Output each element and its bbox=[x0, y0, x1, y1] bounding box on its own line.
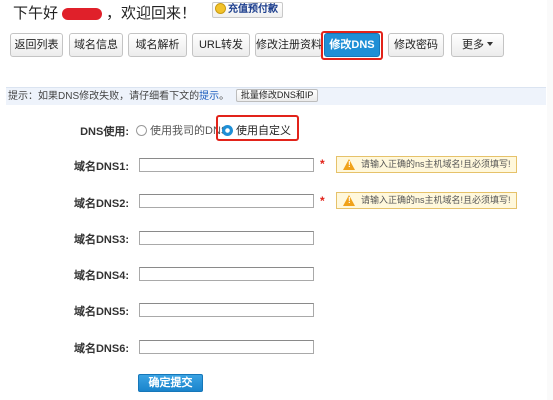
dns4-label: 域名DNS4: bbox=[73, 270, 129, 282]
tab-label: 域名解析 bbox=[135, 39, 180, 51]
submit-button[interactable]: 确定提交 bbox=[138, 374, 203, 392]
dns4-input[interactable] bbox=[139, 267, 314, 281]
warning-text: 请输入正确的ns主机域名!且必须填写! bbox=[361, 159, 511, 169]
tab-more[interactable]: 更多 bbox=[451, 33, 504, 57]
page-header: 下午好 ，欢迎回来！ 充值预付款 bbox=[0, 0, 553, 30]
dns6-input[interactable] bbox=[139, 340, 314, 354]
dns1-warning: ! 请输入正确的ns主机域名!且必须填写! bbox=[336, 156, 517, 173]
greeting-suffix: ，欢迎回来！ bbox=[106, 5, 197, 22]
dns-use-label: DNS使用: bbox=[80, 126, 129, 138]
dns6-label: 域名DNS6: bbox=[73, 343, 129, 355]
radio-option-ours[interactable]: 使用我司的DNS bbox=[136, 122, 228, 138]
tab-label: 更多 bbox=[462, 39, 484, 51]
tab-label: URL转发 bbox=[198, 39, 243, 51]
scrollbar[interactable] bbox=[547, 0, 553, 400]
tab-edit-registration[interactable]: 修改注册资料 bbox=[255, 33, 322, 57]
tab-back-to-list[interactable]: 返回列表 bbox=[10, 33, 63, 57]
tab-label: 返回列表 bbox=[14, 39, 59, 51]
dns2-warning: ! 请输入正确的ns主机域名!且必须填写! bbox=[336, 192, 517, 209]
redacted-username bbox=[62, 8, 103, 21]
required-mark: * bbox=[320, 157, 325, 171]
hint-link[interactable]: 提示 bbox=[199, 91, 219, 102]
dns3-input[interactable] bbox=[139, 231, 314, 245]
tab-label: 修改注册资料 bbox=[256, 39, 322, 51]
hint-bar: 提示：如果DNS修改失败，请仔细看下文的提示。 批量修改DNS和IP bbox=[6, 87, 546, 105]
coin-icon bbox=[215, 3, 226, 14]
hint-suffix: 。 bbox=[219, 91, 230, 102]
warning-icon-mark: ! bbox=[348, 160, 351, 169]
batch-edit-dns-button[interactable]: 批量修改DNS和IP bbox=[235, 89, 319, 102]
tab-label: 域名信息 bbox=[74, 39, 118, 51]
dns3-label: 域名DNS3: bbox=[73, 234, 129, 246]
recharge-button[interactable]: 充值预付款 bbox=[212, 2, 283, 18]
tab-domain-info[interactable]: 域名信息 bbox=[69, 33, 123, 57]
recharge-label: 充值预付款 bbox=[228, 4, 278, 15]
warning-text: 请输入正确的ns主机域名!且必须填写! bbox=[361, 195, 511, 205]
radio-highlight-box bbox=[216, 115, 299, 141]
dns2-label: 域名DNS2: bbox=[73, 198, 129, 210]
radio-unchecked-icon[interactable] bbox=[136, 125, 147, 136]
dns5-label: 域名DNS5: bbox=[73, 306, 129, 318]
dns1-label: 域名DNS1: bbox=[73, 161, 129, 173]
tab-change-password[interactable]: 修改密码 bbox=[388, 33, 444, 57]
greeting-prefix: 下午好 bbox=[13, 5, 59, 22]
dns1-input[interactable] bbox=[139, 158, 314, 172]
chevron-down-icon bbox=[487, 42, 493, 46]
tab-highlight-box bbox=[321, 31, 383, 60]
dns5-input[interactable] bbox=[139, 303, 314, 317]
tab-url-forwarding[interactable]: URL转发 bbox=[192, 33, 250, 57]
required-mark: * bbox=[320, 194, 325, 208]
warning-icon-mark: ! bbox=[348, 196, 351, 205]
tab-label: 修改密码 bbox=[394, 39, 438, 51]
tab-domain-dns-resolution[interactable]: 域名解析 bbox=[128, 33, 187, 57]
greeting: 下午好 ，欢迎回来！ bbox=[13, 2, 196, 23]
dns2-input[interactable] bbox=[139, 194, 314, 208]
hint-text: 提示：如果DNS修改失败，请仔细看下文的 bbox=[8, 91, 200, 102]
